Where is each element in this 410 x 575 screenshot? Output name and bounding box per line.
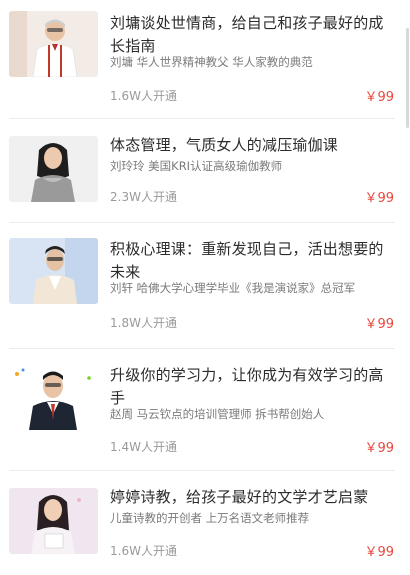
course-subtitle: 儿童诗教的开创者 上万名语文老师推荐 [110, 511, 310, 525]
course-list: 刘墉谈处世情商，给自己和孩子最好的成长指南 刘墉 华人世界精神教父 华人家教的典… [0, 0, 410, 575]
scrollbar[interactable] [406, 28, 409, 128]
course-thumbnail[interactable] [9, 11, 98, 77]
subscriber-count: 1.6W人开通 [110, 89, 177, 103]
course-thumbnail[interactable] [9, 488, 98, 554]
portrait-image [9, 488, 98, 554]
course-thumbnail[interactable] [9, 238, 98, 304]
portrait-image [9, 11, 98, 77]
course-subtitle: 刘墉 华人世界精神教父 华人家教的典范 [110, 55, 313, 69]
portrait-image [9, 364, 98, 430]
course-item[interactable]: 升级你的学习力，让你成为有效学习的高手 赵周 马云钦点的培训管理师 拆书帮创始人… [0, 348, 410, 472]
course-subtitle: 刘轩 哈佛大学心理学毕业《我是演说家》总冠军 [110, 281, 356, 295]
subscriber-count: 2.3W人开通 [110, 190, 177, 204]
course-title[interactable]: 婷婷诗教，给孩子最好的文学才艺启蒙 [110, 486, 392, 509]
subscriber-count: 1.8W人开通 [110, 316, 177, 330]
course-price: ￥99 [364, 191, 394, 206]
course-item[interactable]: 刘墉谈处世情商，给自己和孩子最好的成长指南 刘墉 华人世界精神教父 华人家教的典… [0, 0, 410, 128]
portrait-image [9, 136, 98, 202]
course-title[interactable]: 积极心理课：重新发现自己，活出想要的未来 [110, 238, 392, 284]
course-subtitle: 刘玲玲 美国KRI认证高级瑜伽教师 [110, 159, 283, 173]
course-title[interactable]: 升级你的学习力，让你成为有效学习的高手 [110, 364, 392, 410]
course-thumbnail[interactable] [9, 136, 98, 202]
course-item[interactable]: 体态管理，气质女人的减压瑜伽课 刘玲玲 美国KRI认证高级瑜伽教师 2.3W人开… [0, 118, 410, 228]
course-item[interactable]: 婷婷诗教，给孩子最好的文学才艺启蒙 儿童诗教的开创者 上万名语文老师推荐 1.6… [0, 470, 410, 575]
course-item[interactable]: 积极心理课：重新发现自己，活出想要的未来 刘轩 哈佛大学心理学毕业《我是演说家》… [0, 222, 410, 349]
course-title[interactable]: 刘墉谈处世情商，给自己和孩子最好的成长指南 [110, 12, 392, 58]
course-price: ￥99 [364, 545, 394, 560]
course-title[interactable]: 体态管理，气质女人的减压瑜伽课 [110, 134, 392, 157]
course-price: ￥99 [364, 317, 394, 332]
course-price: ￥99 [364, 441, 394, 456]
course-price: ￥99 [364, 90, 394, 105]
subscriber-count: 1.6W人开通 [110, 544, 177, 558]
course-thumbnail[interactable] [9, 364, 98, 430]
portrait-image [9, 238, 98, 304]
course-subtitle: 赵周 马云钦点的培训管理师 拆书帮创始人 [110, 407, 325, 421]
subscriber-count: 1.4W人开通 [110, 440, 177, 454]
